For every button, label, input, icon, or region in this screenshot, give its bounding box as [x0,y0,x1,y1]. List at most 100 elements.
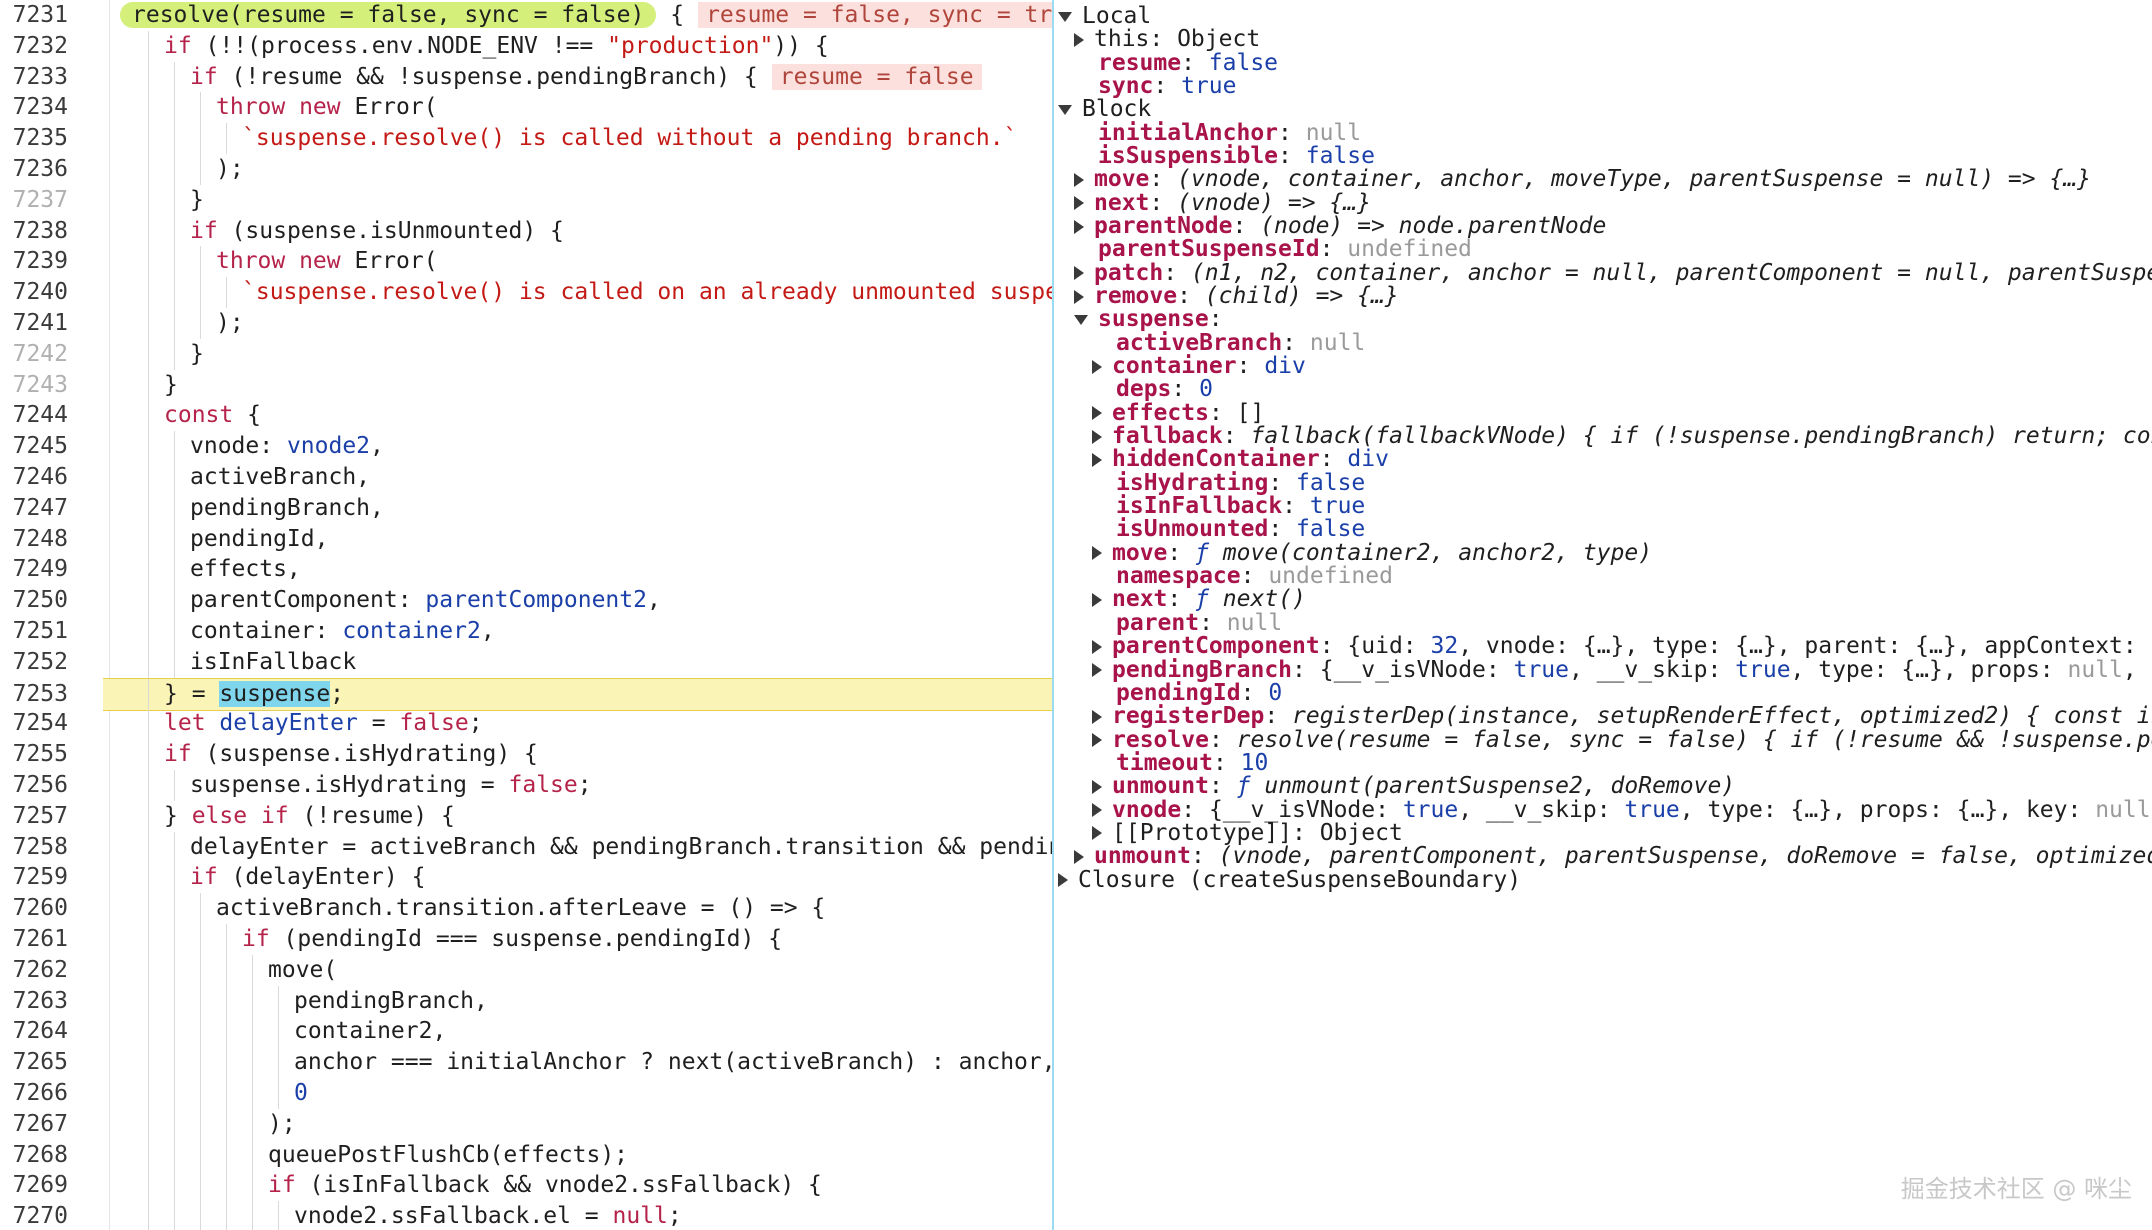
line-number[interactable]: 7237 [0,185,68,216]
indent-guide [174,184,175,216]
code-text: pendingBranch, [190,494,384,521]
line-number[interactable]: 7265 [0,1047,68,1078]
line-number[interactable]: 7236 [0,154,68,185]
code-line: 7254 let delayEnter = false; [0,708,1052,740]
line-number[interactable]: 7245 [0,431,68,462]
expand-triangle-closed-icon[interactable] [1074,849,1084,864]
line-number[interactable]: 7243 [0,370,68,401]
indent-guide [148,369,149,401]
line-number[interactable]: 7232 [0,31,68,62]
expand-triangle-closed-icon[interactable] [1092,359,1102,374]
line-number[interactable]: 7231 [0,0,68,31]
code-text: `suspense.resolve() is called without a … [242,125,1018,152]
line-number[interactable]: 7251 [0,616,68,647]
line-number[interactable]: 7241 [0,308,68,339]
code-line: 7242} [0,338,1052,370]
expand-triangle-closed-icon[interactable] [1092,826,1102,841]
indent-guide [174,862,175,894]
line-number[interactable]: 7254 [0,708,68,739]
expand-triangle-closed-icon[interactable] [1074,266,1084,281]
indent-guide [200,1139,201,1171]
line-number[interactable]: 7249 [0,554,68,585]
line-number[interactable]: 7238 [0,216,68,247]
watermark-text: 掘金技术社区 @ 咪尘 [1900,1175,2132,1203]
indent-guide [148,523,149,555]
expand-triangle-closed-icon[interactable] [1074,219,1084,234]
line-number[interactable]: 7234 [0,92,68,123]
indent-guide [174,431,175,463]
code-text: const { [164,402,261,429]
indent-guide [148,985,149,1017]
line-number[interactable]: 7257 [0,801,68,832]
line-number[interactable]: 7256 [0,770,68,801]
line-number[interactable]: 7253 [0,679,68,710]
indent-guide [226,1047,227,1079]
code-line: 7233 if (!resume && !suspense.pendingBran… [0,61,1052,93]
indent-guide [200,154,201,185]
expand-triangle-closed-icon[interactable] [1092,429,1102,444]
line-number[interactable]: 7269 [0,1170,68,1201]
line-number[interactable]: 7263 [0,986,68,1017]
code-line: 7267); [0,1108,1052,1140]
code-line: 7261 if (pendingId === suspense.pendingId… [0,924,1052,955]
code-text: throw new Error( [216,248,438,275]
line-number[interactable]: 7235 [0,123,68,154]
expand-triangle-closed-icon[interactable] [1092,546,1102,561]
expand-triangle-open-icon[interactable] [1074,314,1088,325]
indent-guide [174,554,175,586]
code-line: 7250 parentComponent: parentComponent2, [0,585,1052,617]
expand-triangle-open-icon[interactable] [1058,11,1072,22]
code-text: pendingId, [190,525,329,552]
line-number[interactable]: 7270 [0,1201,68,1230]
line-number[interactable]: 7242 [0,339,68,370]
expand-triangle-closed-icon[interactable] [1074,172,1084,187]
expand-triangle-closed-icon[interactable] [1074,196,1084,211]
expand-triangle-closed-icon[interactable] [1092,452,1102,467]
expand-triangle-closed-icon[interactable] [1074,289,1084,304]
indent-guide [226,277,227,309]
line-number[interactable]: 7239 [0,246,68,277]
indent-guide [148,924,149,955]
line-number[interactable]: 7255 [0,739,68,770]
indent-guide [174,1170,175,1202]
line-number[interactable]: 7264 [0,1016,68,1047]
expand-triangle-closed-icon[interactable] [1092,406,1102,421]
indent-guide [174,831,175,863]
line-number[interactable]: 7240 [0,277,68,308]
line-number[interactable]: 7261 [0,924,68,955]
expand-triangle-closed-icon[interactable] [1092,663,1102,677]
indent-guide [200,277,201,309]
expand-triangle-closed-icon[interactable] [1074,32,1084,47]
line-number[interactable]: 7260 [0,893,68,924]
line-number[interactable]: 7248 [0,524,68,555]
line-number[interactable]: 7268 [0,1140,68,1171]
expand-triangle-closed-icon[interactable] [1058,873,1068,888]
expand-triangle-closed-icon[interactable] [1092,709,1102,724]
indent-guide [226,985,227,1017]
line-number[interactable]: 7244 [0,400,68,431]
expand-triangle-open-icon[interactable] [1058,104,1072,115]
line-number[interactable]: 7259 [0,862,68,893]
indent-guide [252,1201,253,1230]
line-number[interactable]: 7258 [0,832,68,863]
expand-triangle-closed-icon[interactable] [1092,592,1102,607]
code-line: 7247 pendingBranch, [0,492,1052,524]
code-line: 7262 move( [0,954,1052,986]
line-number[interactable]: 7266 [0,1078,68,1109]
expand-triangle-closed-icon[interactable] [1092,639,1102,654]
line-number[interactable]: 7267 [0,1109,68,1140]
scope-row[interactable]: Closure (createSuspenseBoundary) [1058,864,1521,896]
expand-triangle-closed-icon[interactable] [1092,733,1102,748]
line-number[interactable]: 7252 [0,647,68,678]
expand-triangle-closed-icon[interactable] [1092,779,1102,794]
line-number[interactable]: 7247 [0,493,68,524]
indent-guide [200,1016,201,1048]
indent-guide [174,61,175,93]
line-number[interactable]: 7233 [0,62,68,93]
line-number[interactable]: 7246 [0,462,68,493]
line-number[interactable]: 7250 [0,585,68,616]
expand-triangle-closed-icon[interactable] [1092,803,1102,818]
indent-guide [200,123,201,155]
indent-guide [148,1170,149,1202]
line-number[interactable]: 7262 [0,955,68,986]
